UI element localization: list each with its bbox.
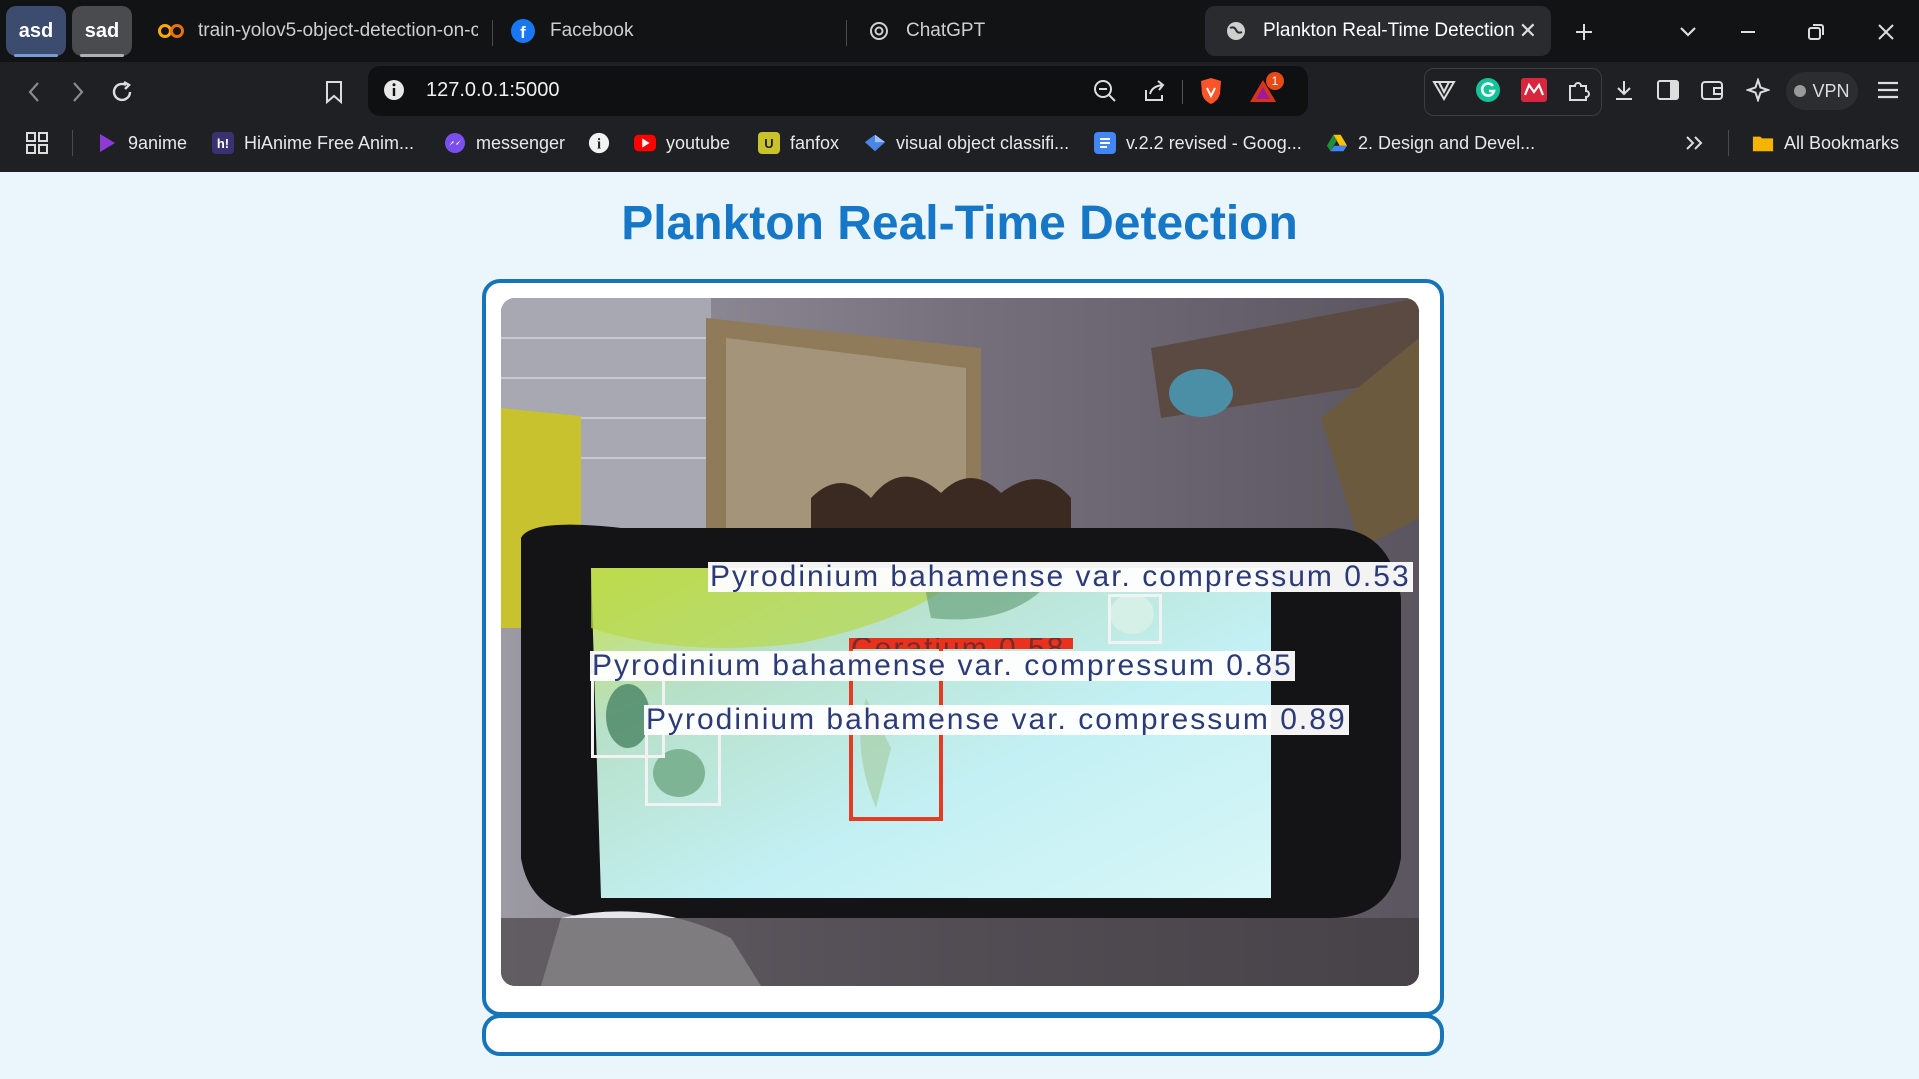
tab-group-label: asd <box>18 19 54 42</box>
docs-icon <box>1094 132 1116 154</box>
bookmark-hianime[interactable]: h! HiAnime Free Anim... <box>212 128 414 158</box>
tab-colab[interactable]: train-yolov5-object-detection-on-c <box>150 6 488 56</box>
detection-box <box>645 730 721 806</box>
info-icon: i <box>588 132 610 154</box>
youtube-icon <box>634 132 656 154</box>
camera-stream-image: Pyrodinium bahamense var. compressum 0.5… <box>501 298 1419 986</box>
browser-chrome: asd sad train-yolov5-object-detection-on… <box>0 0 1919 172</box>
close-window-icon[interactable] <box>1868 14 1904 50</box>
bookmark-label: messenger <box>476 132 566 153</box>
sidebar-toggle-icon[interactable] <box>1652 74 1684 106</box>
address-bar[interactable]: 127.0.0.1:5000 1 <box>368 66 1308 116</box>
tab-separator <box>846 20 847 46</box>
bookmark-google-doc[interactable]: v.2.2 revised - Goog... <box>1094 128 1302 158</box>
tab-group-underline <box>14 54 58 57</box>
bookmarks-divider <box>72 130 73 156</box>
bookmark-9anime[interactable]: 9anime <box>96 128 187 158</box>
tab-group-label: sad <box>84 19 120 42</box>
bookmark-drive[interactable]: 2. Design and Devel... <box>1326 128 1535 158</box>
folder-icon <box>1752 132 1774 154</box>
wallet-icon[interactable] <box>1696 74 1728 106</box>
page-title: Plankton Real-Time Detection <box>621 197 1298 250</box>
bookmark-label: v.2.2 revised - Goog... <box>1126 132 1302 153</box>
messenger-icon <box>444 132 466 154</box>
downloads-icon[interactable] <box>1608 74 1640 106</box>
vpn-status-dot-icon <box>1794 85 1807 97</box>
detection-label: Pyrodinium bahamense var. compressum 0.8… <box>590 649 1295 682</box>
omnibox-divider <box>1182 80 1183 104</box>
leo-ai-icon[interactable] <box>1742 74 1774 106</box>
vpn-label: VPN <box>1812 80 1850 101</box>
tab-search-chevron-icon[interactable] <box>1670 14 1706 50</box>
vimeo-extension-icon[interactable] <box>1428 74 1460 106</box>
new-tab-icon[interactable] <box>1566 14 1602 50</box>
tab-group-asd[interactable]: asd <box>6 6 66 56</box>
tab-chatgpt[interactable]: ChatGPT <box>866 6 1186 56</box>
bookmark-visual-object[interactable]: visual object classifi... <box>864 128 1069 158</box>
apps-grid-icon[interactable] <box>26 128 48 158</box>
diamond-icon <box>864 132 886 154</box>
colab-icon <box>158 18 184 44</box>
bookmark-label: visual object classifi... <box>896 132 1070 153</box>
tab-label: train-yolov5-object-detection-on-c <box>198 20 478 41</box>
tab-facebook[interactable]: f Facebook <box>510 6 830 56</box>
back-icon[interactable] <box>16 74 52 110</box>
svg-text:f: f <box>520 23 526 42</box>
tab-plankton-active[interactable]: Plankton Real-Time Detection ✕ <box>1205 6 1551 56</box>
menu-icon[interactable] <box>1872 74 1904 106</box>
detection-label: Pyrodinium bahamense var. compressum 0.5… <box>708 560 1413 593</box>
bookmark-messenger[interactable]: messenger <box>444 128 565 158</box>
status-panel <box>482 1014 1444 1056</box>
rewards-badge: 1 <box>1266 72 1284 90</box>
restore-icon[interactable] <box>1798 14 1834 50</box>
site-info-icon[interactable] <box>382 78 406 107</box>
tab-label: Facebook <box>550 20 634 41</box>
bookmark-label: fanfox <box>790 132 840 153</box>
fanfox-icon: U <box>758 132 780 154</box>
facebook-icon: f <box>510 18 536 44</box>
tab-label: Plankton Real-Time Detection <box>1263 20 1515 41</box>
bookmark-fanfox[interactable]: U fanfox <box>758 128 839 158</box>
bookmarks-overflow-icon[interactable] <box>1684 128 1704 158</box>
bookmarks-divider <box>1728 130 1729 156</box>
close-tab-icon[interactable]: ✕ <box>1519 18 1537 44</box>
svg-text:i: i <box>597 137 601 153</box>
globe-icon <box>1223 18 1249 44</box>
bookmark-youtube[interactable]: youtube <box>634 128 730 158</box>
detection-label: Ceratium 0.58 <box>849 638 1073 649</box>
play-icon <box>96 132 118 154</box>
bookmark-label: youtube <box>666 132 731 153</box>
bookmark-label: HiAnime Free Anim... <box>244 132 415 153</box>
grammarly-icon[interactable] <box>1472 74 1504 106</box>
hianime-icon: h! <box>212 132 234 154</box>
brave-shields-icon[interactable] <box>1198 76 1224 111</box>
detection-box <box>1108 594 1162 644</box>
reload-icon[interactable] <box>104 74 140 110</box>
forward-icon[interactable] <box>60 74 96 110</box>
tab-group-sad[interactable]: sad <box>72 6 132 56</box>
chatgpt-icon <box>866 18 892 44</box>
share-icon[interactable] <box>1142 78 1168 109</box>
bookmark-label: 9anime <box>128 132 188 153</box>
tab-label: ChatGPT <box>906 20 986 41</box>
all-bookmarks-button[interactable]: All Bookmarks <box>1752 128 1899 158</box>
mendeley-extension-icon[interactable] <box>1518 74 1550 106</box>
bookmark-page-icon[interactable] <box>316 74 352 110</box>
url-text: 127.0.0.1:5000 <box>426 79 560 101</box>
bookmark-info[interactable]: i <box>588 128 620 158</box>
extensions-puzzle-icon[interactable] <box>1562 74 1594 106</box>
bookmark-label: 2. Design and Devel... <box>1358 132 1536 153</box>
zoom-out-icon[interactable] <box>1092 78 1118 109</box>
tab-group-underline <box>80 54 124 57</box>
drive-icon <box>1326 132 1348 154</box>
vpn-button[interactable]: VPN <box>1786 72 1858 110</box>
detection-label: Pyrodinium bahamense var. compressum 0.8… <box>644 703 1349 736</box>
tab-separator <box>492 20 493 46</box>
bookmark-label: All Bookmarks <box>1784 132 1900 153</box>
minimize-icon[interactable] <box>1730 14 1766 50</box>
